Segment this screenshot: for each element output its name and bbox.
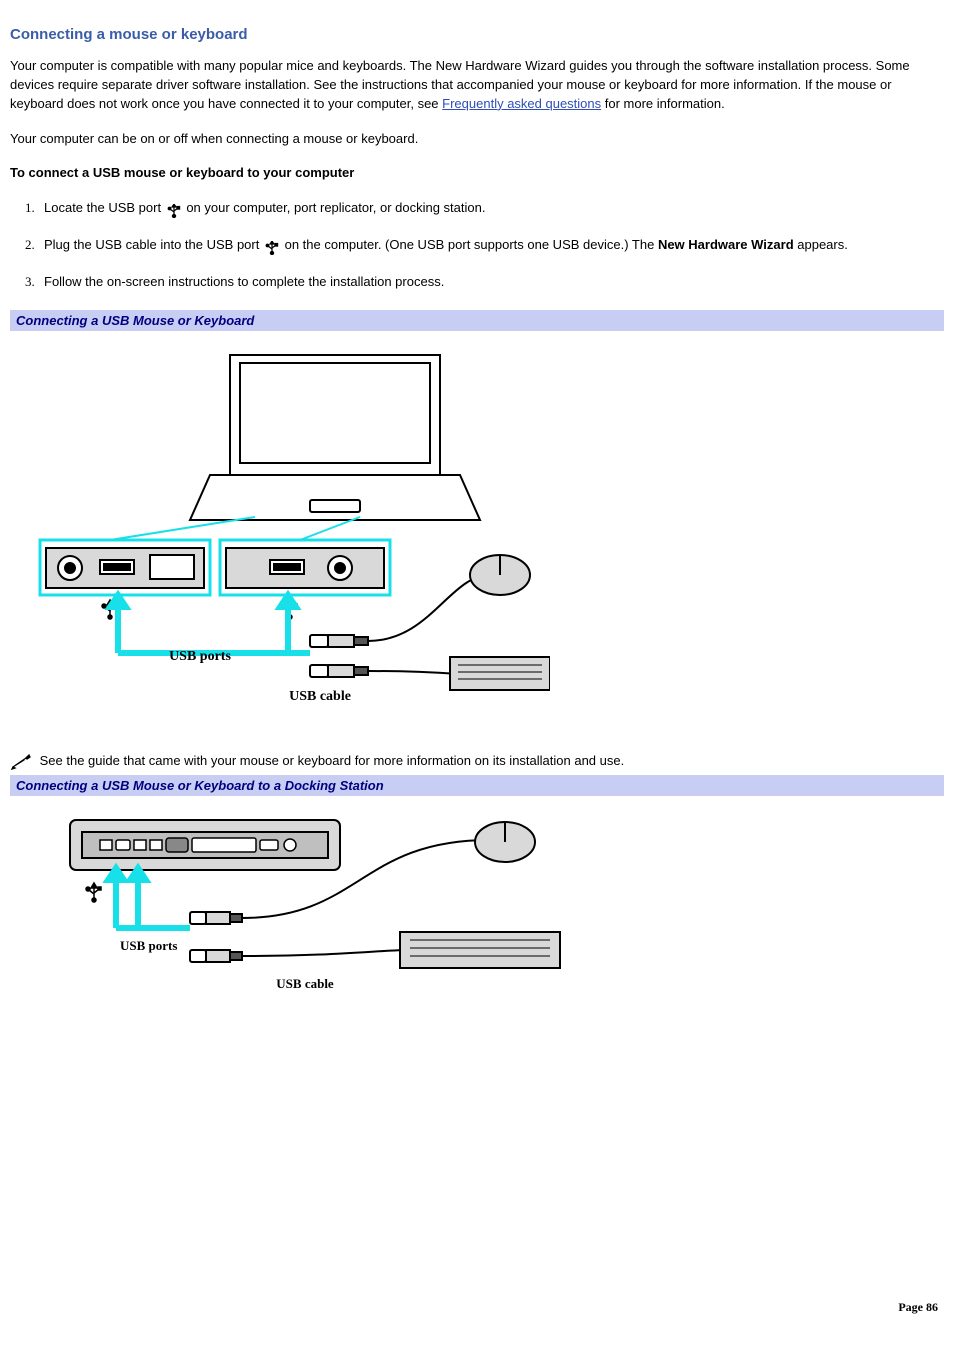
- step-2-text-a: Plug the USB cable into the USB port: [44, 237, 263, 252]
- fig2-label-ports: USB ports: [120, 938, 177, 953]
- step-1-text-a: Locate the USB port: [44, 200, 165, 215]
- step-2-bold: New Hardware Wizard: [658, 237, 794, 252]
- intro-paragraph-1: Your computer is compatible with many po…: [10, 57, 944, 114]
- figure-1-caption: Connecting a USB Mouse or Keyboard: [10, 310, 944, 331]
- subheading: To connect a USB mouse or keyboard to yo…: [10, 164, 944, 183]
- page-title: Connecting a mouse or keyboard: [10, 26, 944, 43]
- note-text: See the guide that came with your mouse …: [40, 753, 625, 768]
- step-3: Follow the on-screen instructions to com…: [38, 273, 944, 292]
- note-row: See the guide that came with your mouse …: [10, 753, 944, 770]
- fig1-label-cable: USB cable: [289, 689, 351, 704]
- fig2-label-cable: USB cable: [276, 976, 334, 991]
- usb-trident-icon: [167, 202, 181, 216]
- step-1-text-b: on your computer, port replicator, or do…: [186, 200, 485, 215]
- faq-link[interactable]: Frequently asked questions: [442, 96, 601, 111]
- step-2-text-c: appears.: [797, 237, 848, 252]
- figure-2-caption: Connecting a USB Mouse or Keyboard to a …: [10, 775, 944, 796]
- usb-trident-icon: [265, 239, 279, 253]
- fig1-label-ports: USB ports: [169, 649, 231, 664]
- page-number: Page 86: [898, 1300, 938, 1315]
- steps-list: Locate the USB port on your computer, po…: [34, 199, 944, 292]
- step-1: Locate the USB port on your computer, po…: [38, 199, 944, 218]
- intro-paragraph-2: Your computer can be on or off when conn…: [10, 130, 944, 149]
- figure-1: USB ports USB cable: [10, 331, 944, 745]
- note-icon: [10, 753, 30, 769]
- intro-text-1b: for more information.: [605, 96, 725, 111]
- step-2-text-b: on the computer. (One USB port supports …: [285, 237, 658, 252]
- step-2: Plug the USB cable into the USB port on …: [38, 236, 944, 255]
- figure-2: USB ports USB cable: [10, 796, 944, 1040]
